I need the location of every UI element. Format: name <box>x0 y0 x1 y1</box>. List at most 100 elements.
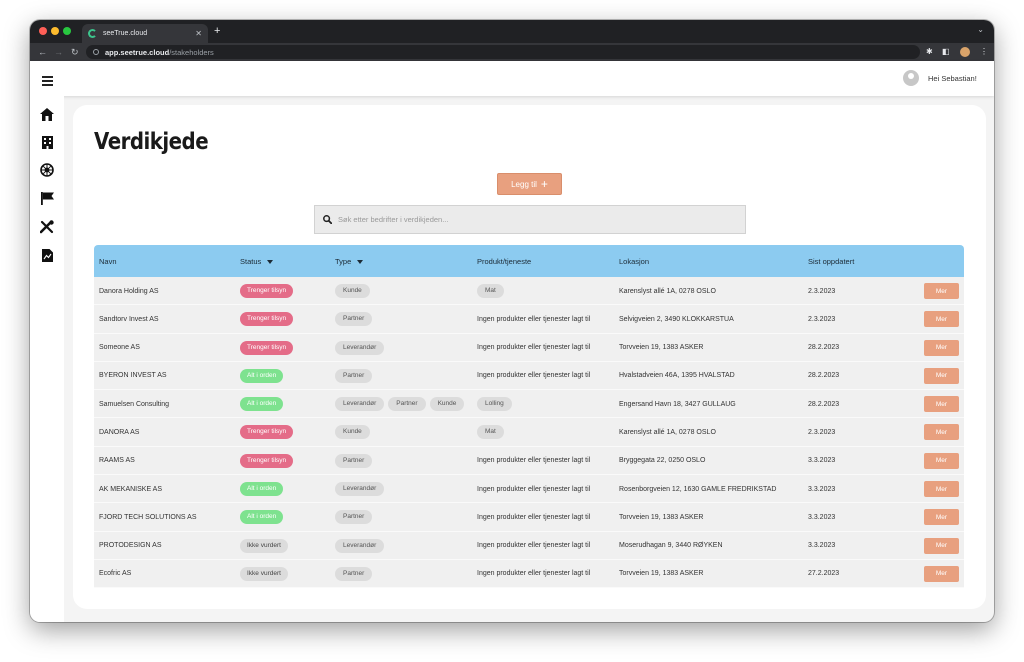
product-cell: Ingen produkter eller tjenester lagt til <box>477 532 590 560</box>
updated-date: 28.2.2023 <box>808 344 840 352</box>
type-cell: Partner <box>335 560 376 588</box>
forward-arrow-icon[interactable]: → <box>54 46 63 58</box>
more-button[interactable]: Mer <box>924 481 959 498</box>
type-tag: Partner <box>335 453 373 468</box>
product-tag: Mat <box>477 425 504 440</box>
search-input[interactable] <box>338 215 718 224</box>
table-row: Danora Holding AS Trenger tilsyn Kunde Mat K… <box>94 277 964 306</box>
status-badge: Trenger tilsyn <box>240 312 294 327</box>
back-arrow-icon[interactable]: ← <box>38 46 47 58</box>
home-icon[interactable] <box>40 107 54 121</box>
status-badge: Trenger tilsyn <box>240 453 294 468</box>
side-panel-icon[interactable]: ◧ <box>942 47 950 57</box>
type-cell: Partner <box>335 305 376 333</box>
product-cell: Ingen produkter eller tjenester lagt til <box>477 447 590 475</box>
add-stakeholder-button[interactable]: Legg til + <box>497 173 562 195</box>
more-button[interactable]: Mer <box>924 537 959 554</box>
stakeholder-table: Navn Status Type Produkt/tjeneste Lokasj… <box>94 245 964 589</box>
table-row: PROTODESIGN AS Ikke vurdert Leverandør Inge… <box>94 531 964 560</box>
table-header: Navn Status Type Produkt/tjeneste Lokasj… <box>94 245 964 277</box>
type-tag: Leverandør <box>335 340 385 355</box>
status-badge: Alt i orden <box>240 368 284 383</box>
network-icon[interactable] <box>40 163 54 177</box>
status-cell: Alt i orden <box>240 475 287 503</box>
type-tag: Leverandør <box>335 397 385 412</box>
more-button[interactable]: Mer <box>924 367 959 384</box>
tab-title: seeTrue.cloud <box>103 30 148 37</box>
user-avatar[interactable] <box>903 70 919 86</box>
column-header-type[interactable]: Type <box>335 257 364 266</box>
address-bar[interactable]: app.seetrue.cloud/stakeholders <box>86 45 920 59</box>
sort-caret-icon[interactable] <box>267 260 274 265</box>
tab-strip: seeTrue.cloud ✕ + ⌄ <box>30 20 994 43</box>
company-name: Danora Holding AS <box>99 287 159 295</box>
new-tab-icon[interactable]: + <box>214 24 220 39</box>
status-cell: Alt i orden <box>240 390 287 418</box>
more-button[interactable]: Mer <box>924 452 959 469</box>
flag-icon[interactable] <box>40 191 54 205</box>
more-cell: Mer <box>924 475 959 503</box>
minimize-window-button[interactable] <box>51 27 59 35</box>
product-text: Ingen produkter eller tjenester lagt til <box>477 372 591 380</box>
search-box[interactable] <box>314 205 746 234</box>
type-cell: Leverandør <box>335 334 388 362</box>
location-text: Karenslyst allé 1A, 0278 OSLO <box>619 428 716 436</box>
type-tag: Kunde <box>335 425 370 440</box>
column-header-name: Navn <box>99 257 117 266</box>
type-tag: Partner <box>335 510 373 525</box>
building-icon[interactable] <box>40 135 54 149</box>
site-info-icon[interactable] <box>93 49 99 55</box>
sort-caret-icon[interactable] <box>357 260 364 265</box>
product-tag: Lolling <box>477 397 512 412</box>
type-cell: Kunde <box>335 418 374 446</box>
table-body: Danora Holding AS Trenger tilsyn Kunde Mat K… <box>94 277 964 589</box>
location-text: Selvigveien 2, 3490 KLOKKARSTUA <box>619 315 734 323</box>
location-text: Moserudhagan 9, 3440 RØYKEN <box>619 542 723 550</box>
more-cell: Mer <box>924 390 959 418</box>
more-button[interactable]: Mer <box>924 396 959 413</box>
reload-icon[interactable]: ↻ <box>71 46 79 58</box>
hamburger-menu-icon[interactable] <box>42 76 53 88</box>
close-tab-icon[interactable]: ✕ <box>195 29 202 38</box>
more-button[interactable]: Mer <box>924 424 959 441</box>
status-cell: Alt i orden <box>240 503 287 531</box>
more-button[interactable]: Mer <box>924 311 959 328</box>
more-button[interactable]: Mer <box>924 283 959 299</box>
company-name: Samuelsen Consulting <box>99 400 170 408</box>
updated-date: 2.3.2023 <box>808 428 836 436</box>
document-icon[interactable] <box>40 248 54 262</box>
type-tag: Leverandør <box>335 482 385 497</box>
browser-tab[interactable]: seeTrue.cloud ✕ <box>82 24 208 43</box>
column-header-status[interactable]: Status <box>240 257 274 266</box>
column-header-status-label: Status <box>240 257 262 266</box>
location-text: Bryggegata 22, 0250 OSLO <box>619 457 706 465</box>
status-cell: Alt i orden <box>240 362 287 390</box>
product-text: Ingen produkter eller tjenester lagt til <box>477 344 591 352</box>
status-cell: Ikke vurdert <box>240 532 292 560</box>
status-cell: Trenger tilsyn <box>240 418 297 446</box>
table-row: Samuelsen Consulting Alt i orden Leverandø… <box>94 390 964 419</box>
more-button[interactable]: Mer <box>924 339 959 356</box>
table-row: BYERON INVEST AS Alt i orden Partner Ingen … <box>94 361 964 391</box>
updated-date: 2.3.2023 <box>808 287 836 295</box>
type-tag: Partner <box>388 397 426 412</box>
product-text: Ingen produkter eller tjenester lagt til <box>477 513 591 521</box>
product-cell: Ingen produkter eller tjenester lagt til <box>477 560 590 588</box>
tools-icon[interactable] <box>40 220 54 234</box>
status-badge: Trenger tilsyn <box>240 340 294 355</box>
more-button[interactable]: Mer <box>924 509 959 526</box>
user-greeting: Hei Sebastian! <box>928 74 977 83</box>
browser-menu-icon[interactable]: ⋮ <box>980 47 988 57</box>
location-text: Torvveien 19, 1383 ASKER <box>619 570 704 578</box>
more-button[interactable]: Mer <box>924 565 959 582</box>
company-name: FJORD TECH SOLUTIONS AS <box>99 513 197 521</box>
more-cell: Mer <box>924 277 959 305</box>
type-cell: Partner <box>335 503 376 531</box>
product-text: Ingen produkter eller tjenester lagt til <box>477 570 591 578</box>
maximize-window-button[interactable] <box>63 27 71 35</box>
browser-profile-avatar[interactable] <box>960 47 970 57</box>
type-tag: Partner <box>335 566 373 581</box>
close-window-button[interactable] <box>39 27 47 35</box>
extensions-puzzle-icon[interactable]: ✱ <box>926 47 933 57</box>
tab-search-chevron-icon[interactable]: ⌄ <box>977 25 984 34</box>
